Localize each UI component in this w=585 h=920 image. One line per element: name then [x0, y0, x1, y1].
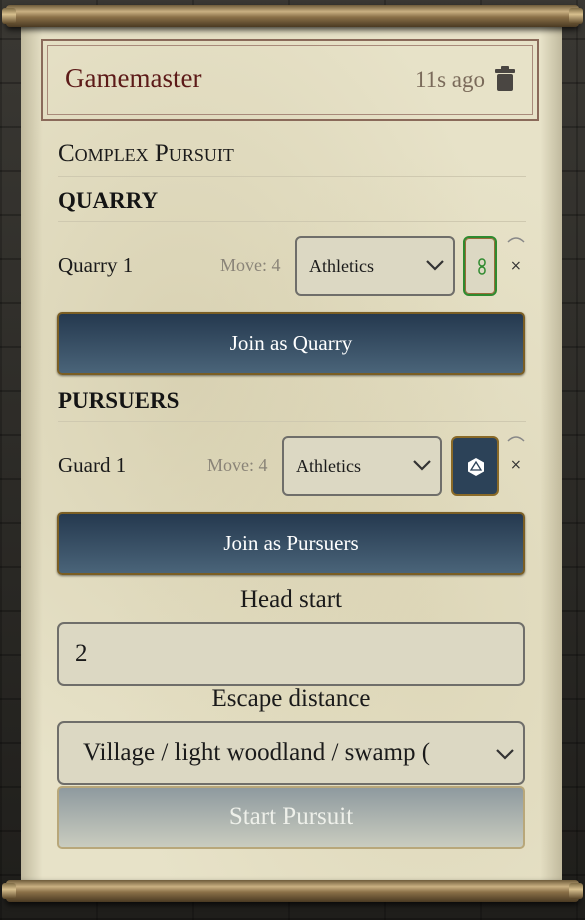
d20-die-icon	[468, 458, 484, 476]
quarry-move: Move: 4	[220, 255, 281, 275]
divider	[58, 221, 526, 222]
chain-link-icon	[478, 258, 486, 275]
start-pursuit-button[interactable]: Start Pursuit	[57, 786, 525, 849]
quarry-name: Quarry 1	[58, 253, 134, 277]
pursuer-move: Move: 4	[207, 455, 268, 475]
quarry-skill-select[interactable]: Athletics	[295, 236, 455, 296]
chevron-down-icon	[413, 460, 431, 471]
section-title: Complex Pursuit	[58, 140, 234, 167]
escape-distance-label: Escape distance	[211, 685, 371, 712]
chevron-down-icon	[496, 749, 514, 760]
escape-distance-select[interactable]: Village / light woodland / swamp (	[57, 721, 525, 785]
quarry-toggle-icon[interactable]	[507, 235, 525, 249]
trash-icon[interactable]	[494, 66, 516, 92]
divider	[58, 176, 526, 177]
pursuer-skill-select[interactable]: Athletics	[282, 436, 442, 496]
escape-distance-value: Village / light woodland / swamp (	[83, 739, 431, 766]
pursuers-heading: PURSUERS	[58, 388, 180, 413]
pursuer-name: Guard 1	[58, 453, 127, 477]
quarry-remove-button[interactable]: ×	[510, 258, 522, 274]
quarry-skill-value: Athletics	[309, 256, 374, 276]
message-header: Gamemaster 11s ago	[41, 39, 539, 121]
join-as-pursuers-button[interactable]: Join as Pursuers	[57, 512, 525, 575]
pursuer-roll-button[interactable]	[451, 436, 499, 496]
message-timestamp: 11s ago	[414, 67, 485, 92]
join-as-quarry-button[interactable]: Join as Quarry	[57, 312, 525, 375]
quarry-heading: QUARRY	[58, 188, 159, 213]
pursuer-remove-button[interactable]: ×	[510, 457, 522, 473]
scroll-rod-top	[2, 5, 583, 27]
chevron-down-icon	[426, 260, 444, 271]
pursuer-skill-value: Athletics	[296, 456, 361, 476]
quarry-link-button[interactable]	[463, 236, 497, 296]
scroll-rod-bottom	[2, 880, 583, 902]
divider	[58, 421, 526, 422]
head-start-label: Head start	[239, 586, 343, 613]
head-start-input[interactable]: 2	[57, 622, 525, 686]
pursuer-toggle-icon[interactable]	[507, 434, 525, 448]
speaker-name: Gamemaster	[65, 63, 202, 93]
